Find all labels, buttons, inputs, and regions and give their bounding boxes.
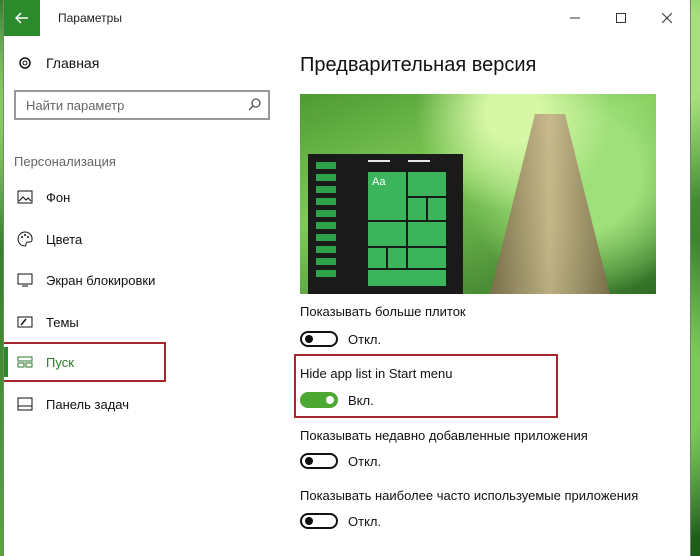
- taskbar-icon: [16, 395, 34, 413]
- setting-label: Показывать недавно добавленные приложени…: [300, 428, 588, 443]
- gear-icon: [16, 54, 34, 72]
- highlight-box-hide-app-list: [294, 354, 558, 418]
- section-label: Персонализация: [14, 154, 116, 169]
- toggle-more-tiles-row: Откл.: [300, 331, 381, 347]
- sidebar-item-lock-screen[interactable]: Экран блокировки: [16, 269, 155, 291]
- lock-screen-icon: [16, 271, 34, 289]
- preview-start-menu: Aa: [308, 154, 463, 294]
- preview-group-label: [408, 160, 430, 162]
- settings-window: Параметры Главная Найти параметр Персона…: [4, 0, 690, 556]
- highlight-box-start: [4, 342, 166, 382]
- preview-tile: [367, 247, 387, 269]
- toggle-state-text: Откл.: [348, 331, 382, 347]
- sidebar-item-taskbar[interactable]: Панель задач: [16, 393, 129, 415]
- setting-label: Показывать наиболее часто используемые п…: [300, 488, 639, 503]
- palette-icon: [16, 230, 34, 248]
- preview-app-list: [316, 162, 336, 282]
- toggle-state-text: Откл.: [348, 453, 382, 469]
- window-title: Параметры: [58, 11, 122, 25]
- toggle-most-used-apps[interactable]: [300, 513, 338, 529]
- picture-icon: [16, 188, 34, 206]
- search-input[interactable]: Найти параметр: [14, 90, 270, 120]
- preview-tiles: Aa: [367, 164, 452, 289]
- sidebar-item-themes[interactable]: Темы: [16, 311, 79, 333]
- main-content: Предварительная версия Aa Показывать бол…: [284, 36, 690, 556]
- preview-tile-aa: Aa: [367, 171, 407, 221]
- close-icon: [662, 13, 672, 23]
- themes-icon: [16, 313, 34, 331]
- arrow-left-icon: [15, 12, 28, 24]
- sidebar: Главная Найти параметр Персонализация Фо…: [4, 36, 284, 556]
- sidebar-item-label: Темы: [46, 314, 79, 330]
- start-preview-image: Aa: [300, 94, 656, 294]
- preview-tile: [367, 221, 407, 247]
- maximize-icon: [616, 13, 626, 23]
- title-bar: Параметры: [4, 0, 690, 36]
- toggle-most-used-apps-row: Откл.: [300, 513, 381, 529]
- nav-home[interactable]: Главная: [16, 54, 99, 72]
- preview-tile: [407, 197, 427, 221]
- back-button[interactable]: [4, 0, 40, 36]
- close-button[interactable]: [644, 0, 690, 36]
- preview-tile: [387, 247, 407, 269]
- minimize-button[interactable]: [552, 0, 598, 36]
- toggle-recent-apps-row: Откл.: [300, 453, 381, 469]
- minimize-icon: [570, 17, 580, 19]
- preview-group-label: [368, 160, 390, 162]
- preview-tile: [407, 171, 447, 197]
- sidebar-item-background[interactable]: Фон: [16, 186, 70, 208]
- search-placeholder: Найти параметр: [26, 97, 125, 113]
- sidebar-item-label: Экран блокировки: [46, 272, 156, 288]
- search-icon[interactable]: [248, 97, 262, 114]
- preview-tile: [407, 221, 447, 247]
- preview-tile: [407, 247, 447, 269]
- sidebar-item-label: Фон: [46, 189, 71, 205]
- toggle-recent-apps[interactable]: [300, 453, 338, 469]
- sidebar-item-label: Панель задач: [46, 396, 130, 412]
- setting-label: Показывать больше плиток: [300, 304, 466, 319]
- toggle-more-tiles[interactable]: [300, 331, 338, 347]
- maximize-button[interactable]: [598, 0, 644, 36]
- sidebar-item-label: Цвета: [46, 231, 83, 247]
- toggle-state-text: Откл.: [348, 513, 382, 529]
- sidebar-item-colors[interactable]: Цвета: [16, 228, 82, 250]
- page-title: Предварительная версия: [300, 54, 537, 76]
- preview-tile: [367, 269, 447, 287]
- nav-home-label: Главная: [46, 55, 100, 71]
- preview-tile: [427, 197, 447, 221]
